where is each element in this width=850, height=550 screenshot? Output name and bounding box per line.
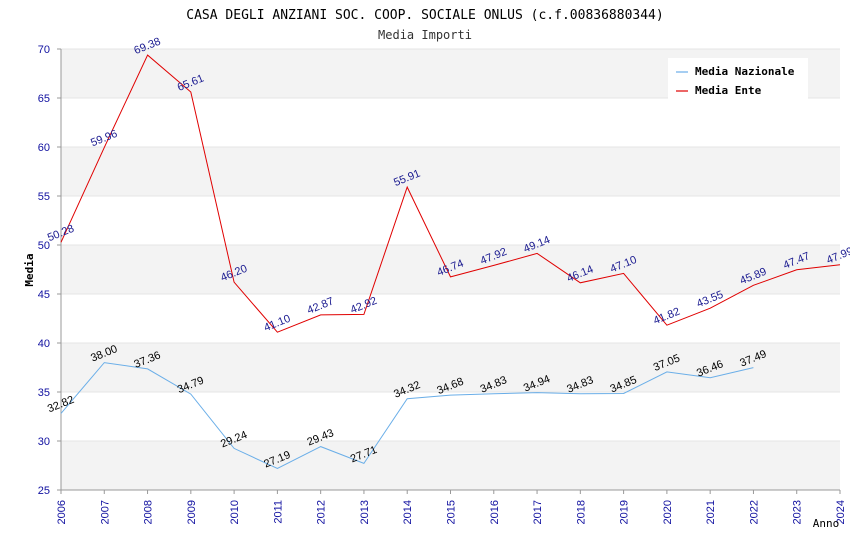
y-tick-label: 45: [38, 289, 50, 301]
y-tick-label: 35: [38, 387, 50, 399]
y-axis-ticks: 25 30 35 40 45 50 55 60 65 70: [38, 44, 61, 497]
x-tick-label: 2022: [748, 500, 760, 524]
chart-title: CASA DEGLI ANZIANI SOC. COOP. SOCIALE ON…: [186, 8, 663, 23]
x-tick-label: 2016: [489, 500, 501, 524]
x-tick-label: 2012: [316, 500, 328, 524]
x-tick-label: 2020: [662, 500, 674, 524]
y-tick-label: 55: [38, 191, 50, 203]
grid-band: [61, 196, 840, 245]
x-tick-label: 2009: [186, 500, 198, 524]
grid-band: [61, 392, 840, 441]
x-tick-label: 2017: [532, 500, 544, 524]
y-tick-label: 50: [38, 240, 50, 252]
chart-subtitle: Media Importi: [378, 28, 472, 42]
line-chart: CASA DEGLI ANZIANI SOC. COOP. SOCIALE ON…: [23, 8, 850, 530]
y-axis-label: Media: [23, 253, 36, 286]
grid-band: [61, 441, 840, 490]
x-tick-label: 2014: [402, 500, 414, 524]
x-axis-label: Anno: [813, 517, 840, 530]
y-tick-label: 30: [38, 436, 50, 448]
x-tick-label: 2013: [359, 500, 371, 524]
y-tick-label: 60: [38, 142, 50, 154]
x-tick-label: 2015: [446, 500, 458, 524]
y-tick-label: 25: [38, 485, 50, 497]
x-tick-label: 2018: [575, 500, 587, 524]
x-tick-label: 2023: [792, 500, 804, 524]
legend-label-nazionale: Media Nazionale: [695, 65, 795, 78]
legend: Media Nazionale Media Ente: [668, 58, 808, 102]
legend-label-ente: Media Ente: [695, 84, 762, 97]
x-axis-ticks: 2006 2007 2008 2009 2010 2011 2012 2013 2014 2015…: [56, 490, 847, 524]
x-tick-label: 2011: [272, 500, 284, 524]
grid-band: [61, 98, 840, 147]
grid-band: [61, 147, 840, 196]
y-tick-label: 70: [38, 44, 50, 56]
x-tick-label: 2007: [99, 500, 111, 524]
x-tick-label: 2019: [619, 500, 631, 524]
x-tick-label: 2008: [143, 500, 155, 524]
x-tick-label: 2010: [229, 500, 241, 524]
x-tick-label: 2006: [56, 500, 68, 524]
y-tick-label: 40: [38, 338, 50, 350]
y-tick-label: 65: [38, 93, 50, 105]
x-tick-label: 2021: [705, 500, 717, 524]
